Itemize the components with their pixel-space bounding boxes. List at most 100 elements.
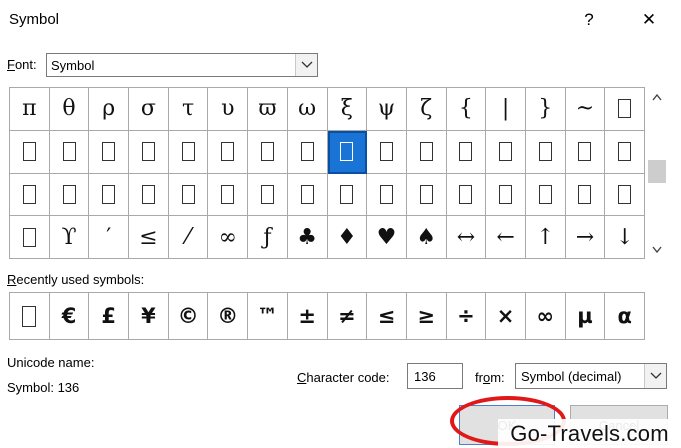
- symbol-cell[interactable]: [525, 173, 566, 217]
- recent-symbol-cell[interactable]: ™: [248, 293, 288, 340]
- symbol-cell[interactable]: [605, 88, 645, 131]
- symbol-cell[interactable]: [486, 173, 526, 217]
- symbol-cell[interactable]: {: [446, 88, 487, 131]
- missing-glyph-box: [340, 184, 354, 204]
- symbol-cell[interactable]: [367, 173, 407, 217]
- symbol-cell[interactable]: τ: [168, 88, 209, 131]
- symbol-glyph: ♦: [336, 224, 357, 250]
- symbol-cell[interactable]: [565, 130, 606, 174]
- recent-symbol-cell[interactable]: ®: [208, 293, 249, 340]
- symbol-cell[interactable]: [486, 130, 526, 174]
- symbol-cell[interactable]: ƒ: [248, 216, 288, 259]
- recent-symbol-cell[interactable]: ≤: [367, 293, 407, 340]
- symbol-cell[interactable]: [208, 173, 249, 217]
- symbol-cell[interactable]: [10, 130, 50, 174]
- symbol-cell[interactable]: [565, 173, 606, 217]
- symbol-cell[interactable]: [49, 130, 90, 174]
- missing-glyph-box: [62, 142, 76, 162]
- symbol-cell[interactable]: ⁄: [168, 216, 209, 259]
- font-label: Font:: [7, 57, 37, 72]
- grid-scrollbar[interactable]: [647, 87, 667, 259]
- chevron-down-icon[interactable]: [295, 54, 317, 76]
- symbol-cell[interactable]: [89, 173, 130, 217]
- recent-symbol-cell[interactable]: ×: [486, 293, 526, 340]
- symbol-cell[interactable]: ϖ: [248, 88, 288, 131]
- symbol-cell[interactable]: [168, 130, 209, 174]
- symbol-cell[interactable]: [287, 130, 328, 174]
- symbol-cell[interactable]: ξ: [327, 88, 368, 131]
- recent-symbol-cell[interactable]: ≥: [406, 293, 447, 340]
- symbol-cell[interactable]: [406, 173, 447, 217]
- symbol-glyph: ζ: [420, 96, 433, 122]
- symbol-cell-selected[interactable]: [327, 130, 368, 174]
- close-button[interactable]: ✕: [636, 8, 662, 32]
- symbol-cell[interactable]: [49, 173, 90, 217]
- symbol-cell[interactable]: ϒ: [49, 216, 90, 259]
- symbol-cell[interactable]: ←: [486, 216, 526, 259]
- recent-symbol-glyph: ¥: [141, 304, 156, 328]
- symbol-cell[interactable]: [168, 173, 209, 217]
- symbol-cell[interactable]: π: [10, 88, 50, 131]
- symbol-cell[interactable]: υ: [208, 88, 249, 131]
- help-button[interactable]: ?: [577, 8, 601, 32]
- recent-symbol-cell[interactable]: ¥: [129, 293, 169, 340]
- symbol-cell[interactable]: [10, 216, 50, 259]
- recent-symbol-cell[interactable]: [10, 293, 50, 340]
- recent-symbol-cell[interactable]: £: [89, 293, 130, 340]
- recent-symbol-cell[interactable]: ≠: [327, 293, 368, 340]
- missing-glyph-box: [578, 142, 592, 162]
- symbol-cell[interactable]: [208, 130, 249, 174]
- symbol-cell[interactable]: ζ: [406, 88, 447, 131]
- symbol-cell[interactable]: ↓: [605, 216, 645, 259]
- scroll-up-icon[interactable]: [647, 87, 667, 107]
- scroll-thumb[interactable]: [648, 160, 666, 183]
- recent-symbol-cell[interactable]: ±: [287, 293, 328, 340]
- symbol-cell[interactable]: ω: [287, 88, 328, 131]
- symbol-cell[interactable]: →: [565, 216, 606, 259]
- recent-symbol-cell[interactable]: ©: [168, 293, 209, 340]
- symbol-cell[interactable]: σ: [129, 88, 169, 131]
- symbol-cell[interactable]: ρ: [89, 88, 130, 131]
- from-dropdown[interactable]: Symbol (decimal): [515, 363, 667, 389]
- chevron-down-icon[interactable]: [644, 364, 666, 388]
- symbol-cell[interactable]: }: [525, 88, 566, 131]
- font-dropdown[interactable]: Symbol: [46, 53, 318, 77]
- recent-symbol-cell[interactable]: α: [605, 293, 645, 340]
- symbol-cell[interactable]: [446, 130, 487, 174]
- symbol-cell[interactable]: [10, 173, 50, 217]
- symbol-cell[interactable]: [406, 130, 447, 174]
- symbol-cell[interactable]: ~: [565, 88, 606, 131]
- symbol-cell[interactable]: [605, 130, 645, 174]
- symbol-cell[interactable]: ♦: [327, 216, 368, 259]
- symbol-cell[interactable]: ↔: [446, 216, 487, 259]
- symbol-cell[interactable]: [446, 173, 487, 217]
- symbol-cell[interactable]: ♠: [406, 216, 447, 259]
- scroll-down-icon[interactable]: [647, 239, 667, 259]
- symbol-cell[interactable]: ♣: [287, 216, 328, 259]
- symbol-cell[interactable]: [605, 173, 645, 217]
- symbol-cell[interactable]: ≤: [129, 216, 169, 259]
- symbol-cell[interactable]: [367, 130, 407, 174]
- symbol-cell[interactable]: ∞: [208, 216, 249, 259]
- symbol-cell[interactable]: ′: [89, 216, 130, 259]
- recent-symbol-cell[interactable]: €: [49, 293, 90, 340]
- recent-symbol-cell[interactable]: ÷: [446, 293, 487, 340]
- font-dropdown-value: Symbol: [51, 58, 95, 73]
- symbol-cell[interactable]: [525, 130, 566, 174]
- symbol-cell[interactable]: [327, 173, 368, 217]
- symbol-cell[interactable]: [248, 130, 288, 174]
- symbol-cell[interactable]: θ: [49, 88, 90, 131]
- symbol-cell[interactable]: [287, 173, 328, 217]
- symbol-cell[interactable]: ψ: [367, 88, 407, 131]
- recent-symbol-cell[interactable]: ∞: [525, 293, 566, 340]
- symbol-cell[interactable]: [129, 173, 169, 217]
- symbol-cell[interactable]: [89, 130, 130, 174]
- symbol-cell[interactable]: [129, 130, 169, 174]
- symbol-cell[interactable]: [248, 173, 288, 217]
- symbol-cell[interactable]: ♥: [367, 216, 407, 259]
- character-code-input[interactable]: [407, 363, 463, 389]
- symbol-cell[interactable]: |: [486, 88, 526, 131]
- recent-symbol-cell[interactable]: µ: [565, 293, 606, 340]
- symbol-glyph: ~: [575, 96, 595, 122]
- symbol-cell[interactable]: ↑: [525, 216, 566, 259]
